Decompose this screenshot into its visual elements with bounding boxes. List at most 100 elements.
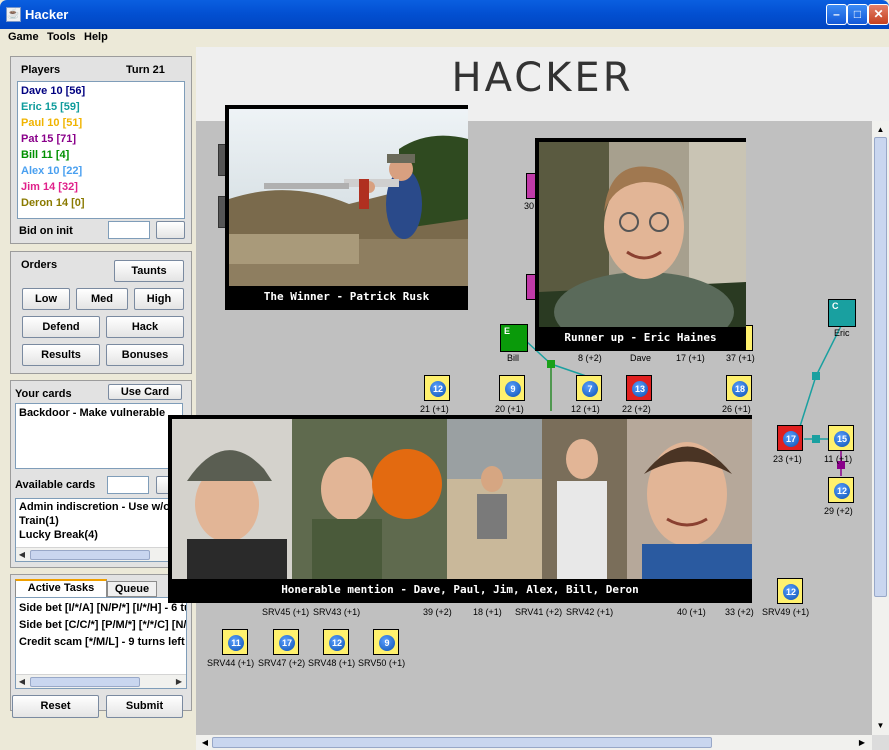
task-item[interactable]: Side bet [I/*/A] [N/P/*] [I/*/H] - 6 tur: [19, 602, 186, 614]
hacker-logo: HACKER: [451, 55, 634, 101]
title-bar[interactable]: ☕ Hacker – □ ✕: [0, 0, 889, 29]
server-level-badge: 12: [783, 584, 799, 600]
runner-up-photo-image: [539, 142, 746, 327]
server-node[interactable]: 12: [424, 375, 450, 401]
server-level-badge: 15: [834, 431, 850, 447]
scroll-right-icon[interactable]: ▶: [173, 676, 185, 688]
server-node[interactable]: 9: [499, 375, 525, 401]
tab-queue[interactable]: Queue: [107, 581, 157, 597]
bid-input[interactable]: [108, 221, 150, 239]
server-level-badge: 9: [505, 381, 521, 397]
server-node[interactable]: 13: [626, 375, 652, 401]
server-node[interactable]: 15: [828, 425, 854, 451]
java-app-icon: ☕: [6, 7, 21, 22]
results-button[interactable]: Results: [22, 344, 100, 366]
available-cards-input[interactable]: [107, 476, 149, 494]
player-entry[interactable]: Pat 15 [71]: [21, 133, 76, 145]
players-panel: Players Turn 21 Dave 10 [56] Eric 15 [59]…: [10, 56, 192, 244]
scroll-thumb[interactable]: [30, 550, 150, 560]
server-node[interactable]: 9: [373, 629, 399, 655]
link-junction: [812, 372, 820, 380]
node-label: 8 (+2): [578, 353, 602, 363]
tab-active-tasks[interactable]: Active Tasks: [15, 579, 107, 597]
active-tasks-list[interactable]: Side bet [I/*/A] [N/P/*] [I/*/H] - 6 tur…: [15, 597, 187, 689]
player-entry[interactable]: Paul 10 [51]: [21, 117, 82, 129]
server-level-badge: 12: [834, 483, 850, 499]
honorable-mention-caption: Honerable mention - Dave, Paul, Jim, Ale…: [170, 579, 750, 601]
available-cards-scrollbar[interactable]: ◀ ▶: [16, 547, 182, 561]
available-cards-list[interactable]: Admin indiscretion - Use w/o cl Train(1)…: [15, 498, 183, 562]
node-label: 12 (+1): [571, 404, 600, 414]
node-label: SRV49 (+1): [762, 607, 810, 617]
server-node[interactable]: 12: [777, 578, 803, 604]
scroll-thumb[interactable]: [30, 677, 140, 687]
player-node-bill[interactable]: E: [500, 324, 528, 352]
player-entry[interactable]: Deron 14 [0]: [21, 197, 85, 209]
low-button[interactable]: Low: [22, 288, 70, 310]
player-entry[interactable]: Dave 10 [56]: [21, 85, 85, 97]
server-level-badge: 18: [732, 381, 748, 397]
server-node[interactable]: 7: [576, 375, 602, 401]
reset-button[interactable]: Reset: [12, 695, 99, 718]
scroll-down-icon[interactable]: ▼: [874, 719, 887, 732]
scroll-up-icon[interactable]: ▲: [874, 123, 887, 136]
defend-button[interactable]: Defend: [22, 316, 100, 338]
high-button[interactable]: High: [134, 288, 184, 310]
use-card-button[interactable]: Use Card: [108, 384, 182, 400]
card-item[interactable]: Backdoor - Make vulnerable: [19, 407, 165, 419]
server-node[interactable]: 17: [273, 629, 299, 655]
your-cards-list[interactable]: Backdoor - Make vulnerable: [15, 403, 183, 469]
scroll-left-icon[interactable]: ◀: [16, 676, 28, 688]
minimize-button[interactable]: –: [826, 4, 847, 25]
med-button[interactable]: Med: [76, 288, 128, 310]
players-list[interactable]: Dave 10 [56] Eric 15 [59] Paul 10 [51] Pat …: [17, 81, 185, 219]
server-node[interactable]: 17: [777, 425, 803, 451]
available-card-item[interactable]: Lucky Break(4): [19, 529, 98, 541]
server-node[interactable]: 11: [222, 629, 248, 655]
node-label: SRV42 (+1): [566, 607, 614, 617]
player-entry[interactable]: Alex 10 [22]: [21, 165, 82, 177]
bonuses-button[interactable]: Bonuses: [106, 344, 184, 366]
scroll-right-icon[interactable]: ▶: [856, 736, 868, 749]
node-label: 29 (+2): [824, 506, 853, 516]
server-level-badge: 17: [783, 431, 799, 447]
bid-submit-button[interactable]: [156, 221, 185, 239]
task-item[interactable]: Side bet [C/C/*] [P/M/*] [*/*/C] [N/*: [19, 619, 186, 631]
player-entry[interactable]: Jim 14 [32]: [21, 181, 78, 193]
menu-bar: Game Tools Help: [0, 29, 889, 47]
node-label: SRV48 (+1): [308, 658, 356, 668]
close-button[interactable]: ✕: [868, 4, 889, 25]
node-label: SRV50 (+1): [358, 658, 406, 668]
hack-button[interactable]: Hack: [106, 316, 184, 338]
server-level-badge: 7: [582, 381, 598, 397]
scroll-left-icon[interactable]: ◀: [16, 549, 28, 561]
node-label: 30: [524, 201, 535, 211]
server-node[interactable]: 18: [726, 375, 752, 401]
menu-tools[interactable]: Tools: [47, 31, 76, 43]
task-item[interactable]: Credit scam [*/M/L] - 9 turns left: [19, 636, 185, 648]
server-node[interactable]: 12: [828, 477, 854, 503]
menu-help[interactable]: Help: [84, 31, 108, 43]
scroll-thumb[interactable]: [212, 737, 712, 748]
winner-caption: The Winner - Patrick Rusk: [227, 286, 466, 308]
player-entry[interactable]: Eric 15 [59]: [21, 101, 80, 113]
node-label: 39 (+2): [423, 607, 452, 617]
map-horizontal-scrollbar[interactable]: ◀ ▶: [196, 735, 872, 750]
server-node[interactable]: 12: [323, 629, 349, 655]
scroll-thumb[interactable]: [874, 137, 887, 597]
available-card-item[interactable]: Train(1): [19, 515, 59, 527]
menu-game[interactable]: Game: [8, 31, 39, 43]
taunts-button[interactable]: Taunts: [114, 260, 184, 282]
player-node-eric[interactable]: C: [828, 299, 856, 327]
submit-button[interactable]: Submit: [106, 695, 183, 718]
player-entry[interactable]: Bill 11 [4]: [21, 149, 69, 161]
node-label: SRV45 (+1): [262, 607, 310, 617]
tasks-scrollbar[interactable]: ◀ ▶: [16, 674, 186, 688]
maximize-button[interactable]: □: [847, 4, 868, 25]
scroll-left-icon[interactable]: ◀: [199, 736, 211, 749]
honorable-mention-photo-image: [172, 419, 752, 579]
node-label: 23 (+1): [773, 454, 802, 464]
map-vertical-scrollbar[interactable]: ▲ ▼: [872, 121, 889, 735]
available-card-item[interactable]: Admin indiscretion - Use w/o cl: [19, 501, 182, 513]
server-level-badge: 17: [279, 635, 295, 651]
